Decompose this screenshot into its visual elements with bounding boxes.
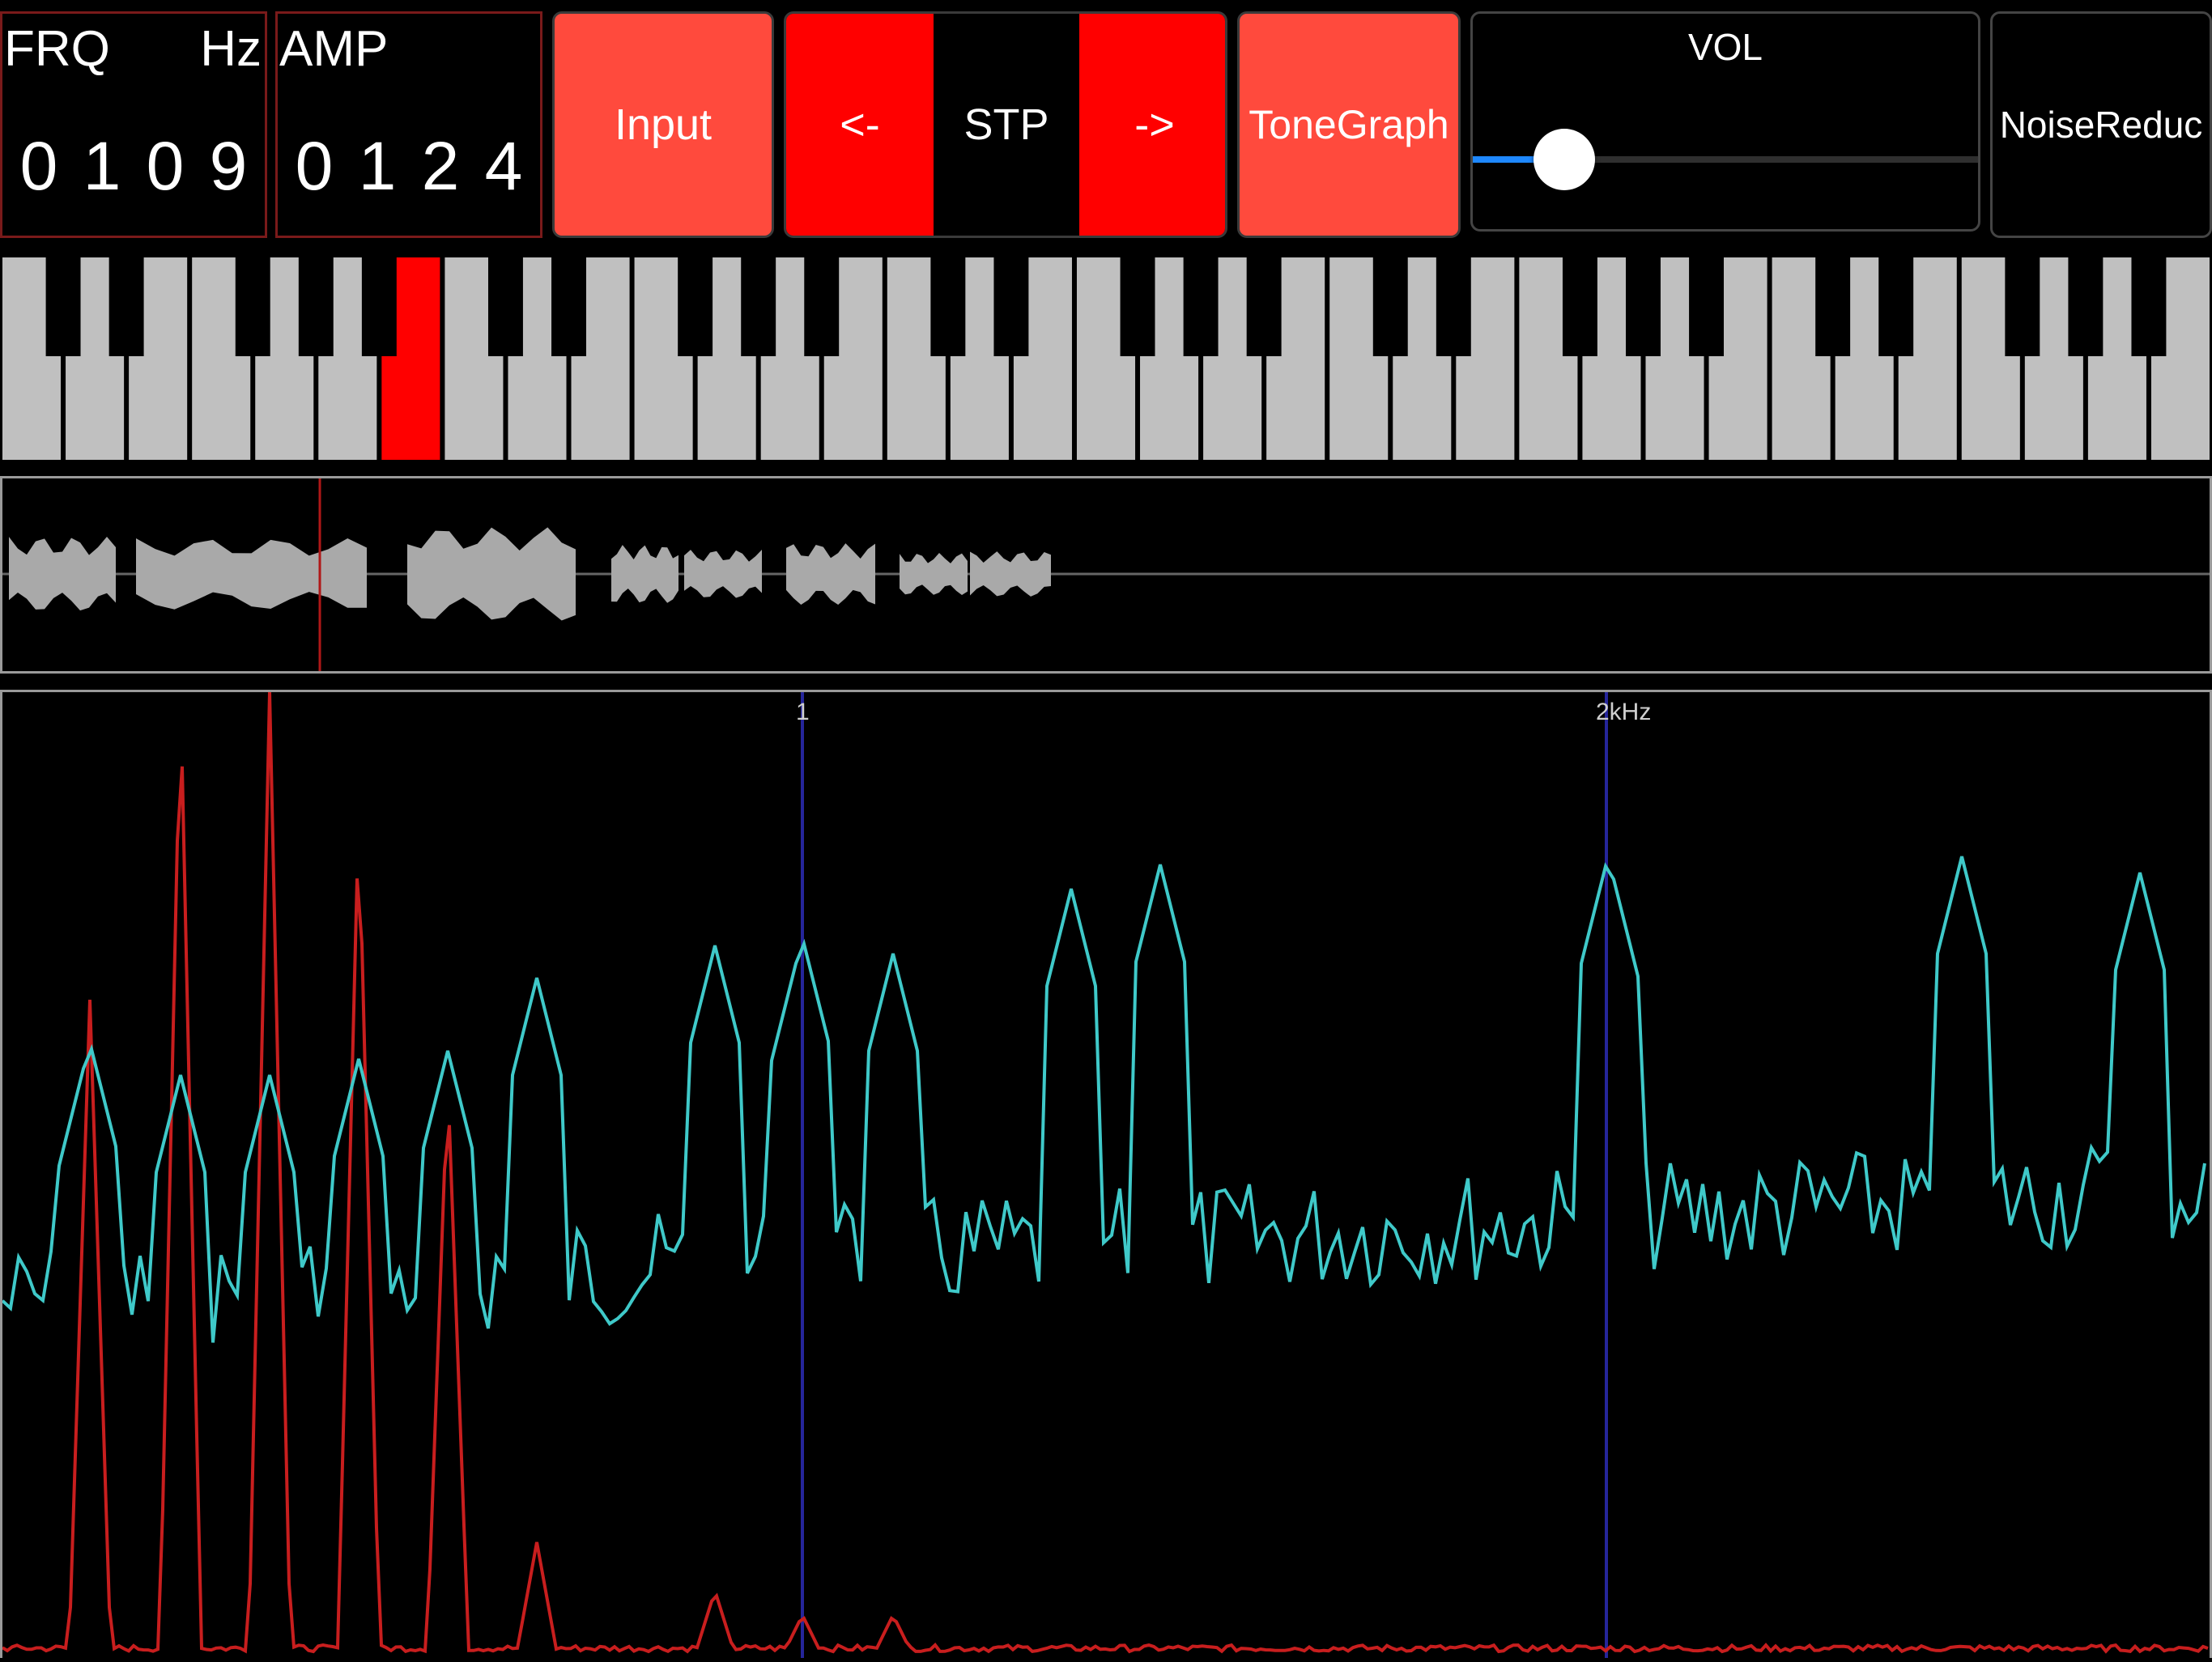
piano-black-key[interactable] [1689, 257, 1725, 356]
piano-black-key[interactable] [1878, 257, 1914, 356]
noise-reduction-button[interactable]: NoiseReduc [1990, 11, 2212, 238]
previous-arrow-label: <- [840, 100, 880, 149]
piano-black-key[interactable] [45, 257, 81, 356]
waveform-segment [786, 543, 875, 605]
piano-black-key[interactable] [1562, 257, 1597, 356]
piano-black-key[interactable] [2131, 257, 2167, 356]
piano-black-key[interactable] [487, 257, 523, 356]
input-button[interactable]: Input [552, 11, 774, 238]
frequency-digit: 9 [209, 128, 248, 204]
waveform-segment [611, 545, 678, 603]
waveform-segment [970, 551, 1051, 597]
frequency-unit: Hz [200, 21, 262, 77]
frequency-digits: 0 1 0 9 [2, 127, 265, 206]
spectrum-panel[interactable]: 1 2kHz [0, 690, 2212, 1658]
tonegraph-button[interactable]: ToneGraph [1237, 11, 1461, 238]
waveform-segment [9, 537, 116, 611]
step-label: STP [963, 100, 1049, 149]
marker-label-1: 1 [796, 699, 810, 725]
piano-black-key[interactable] [108, 257, 144, 356]
waveform-segment [900, 553, 968, 595]
piano-black-key[interactable] [993, 257, 1029, 356]
piano-black-key[interactable] [551, 257, 586, 356]
piano-black-key[interactable] [1120, 257, 1155, 356]
step-button[interactable]: STP [934, 14, 1079, 236]
volume-label: VOL [1687, 26, 1763, 68]
piano-black-key[interactable] [2068, 257, 2104, 356]
piano-black-key[interactable] [741, 257, 776, 356]
amplitude-digits: 0 1 2 4 [278, 127, 540, 206]
piano-black-key[interactable] [1183, 257, 1219, 356]
piano-black-key[interactable] [1436, 257, 1471, 356]
spectrum-graph: 1 2kHz [1, 691, 2209, 1658]
amplitude-digit: 1 [358, 128, 397, 204]
piano-black-key[interactable] [298, 257, 334, 356]
step-control: <- STP -> [784, 11, 1227, 238]
piano-black-key[interactable] [2005, 257, 2040, 356]
waveform-display [2, 478, 2210, 671]
amplitude-digit: 0 [295, 128, 334, 204]
frequency-digit: 0 [19, 128, 58, 204]
piano-black-key[interactable] [235, 257, 270, 356]
amplitude-digit: 4 [484, 128, 523, 204]
piano-black-key[interactable] [1626, 257, 1661, 356]
amplitude-digit: 2 [421, 128, 460, 204]
frequency-readout: FRQ Hz 0 1 0 9 [0, 11, 267, 238]
piano-black-key[interactable] [361, 257, 397, 356]
amplitude-readout: AMP 0 1 2 4 [275, 11, 542, 238]
waveform-segment [684, 550, 762, 598]
frequency-label: FRQ [4, 21, 110, 77]
frequency-digit: 0 [146, 128, 185, 204]
previous-step-button[interactable]: <- [786, 14, 934, 236]
next-arrow-label: -> [1134, 100, 1175, 149]
amplitude-label: AMP [279, 21, 389, 77]
piano-black-key[interactable] [1246, 257, 1282, 356]
next-step-button[interactable]: -> [1079, 14, 1225, 236]
noise-reduction-label: NoiseReduc [1999, 104, 2203, 146]
waveform-segment [136, 538, 367, 610]
piano-black-key[interactable] [1815, 257, 1851, 356]
piano-keyboard[interactable] [0, 257, 2212, 460]
volume-panel: VOL [1470, 11, 1980, 232]
spectrum-line [1, 856, 2206, 1343]
waveform-panel[interactable] [0, 476, 2212, 674]
piano-black-key[interactable] [930, 257, 966, 356]
waveform-segment [407, 527, 576, 621]
piano-black-key[interactable] [678, 257, 713, 356]
piano-black-key[interactable] [804, 257, 840, 356]
piano-black-key[interactable] [1372, 257, 1408, 356]
frequency-digit: 1 [83, 128, 121, 204]
volume-slider-thumb[interactable] [1534, 129, 1596, 190]
marker-label-2khz: 2kHz [1596, 699, 1651, 725]
